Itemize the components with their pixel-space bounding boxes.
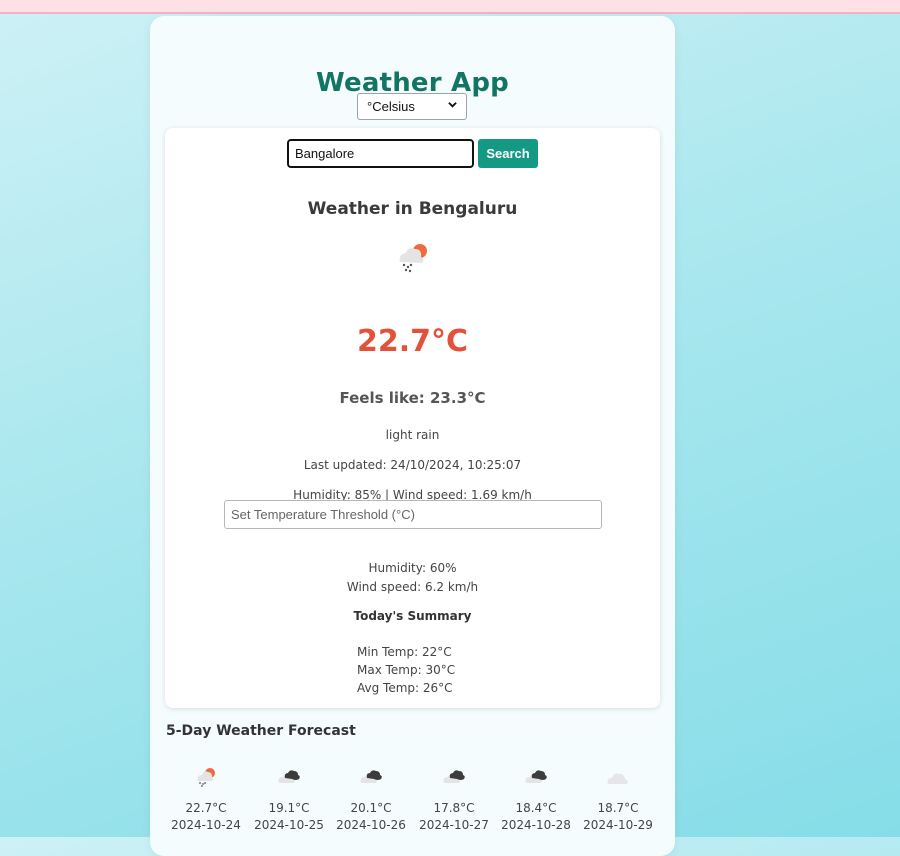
unit-select-value: °Celsius (367, 99, 415, 114)
forecast-temp: 19.1°C (268, 801, 310, 815)
forecast-temp: 22.7°C (185, 801, 227, 815)
wind-extra: Wind speed: 6.2 km/h (346, 580, 479, 594)
forecast-temp: 18.7°C (597, 801, 639, 815)
weather-card: Weather App °Celsius Bangalore Search We… (150, 16, 675, 856)
summary-min: Min Temp: 22°C (357, 645, 452, 659)
light-rain-icon (165, 766, 247, 788)
city-search-input[interactable]: Bangalore (287, 139, 474, 168)
forecast-date: 2024-10-24 (171, 818, 241, 832)
last-updated: Last updated: 24/10/2024, 10:25:07 (303, 458, 522, 472)
broken-clouds-icon (330, 766, 412, 788)
light-rain-icon (399, 244, 427, 273)
broken-clouds-icon (413, 766, 495, 788)
current-weather-panel: Bangalore Search Weather in Bengaluru 22… (165, 128, 660, 708)
broken-clouds-icon (248, 766, 330, 788)
forecast-day: 22.7°C 2024-10-24 (165, 766, 247, 834)
forecast-date: 2024-10-27 (419, 818, 489, 832)
forecast-title: 5-Day Weather Forecast (166, 723, 356, 739)
forecast-date: 2024-10-25 (254, 818, 324, 832)
forecast-temp: 17.8°C (433, 801, 475, 815)
forecast-day: 18.7°C 2024-10-29 (577, 766, 659, 834)
forecast-day: 20.1°C 2024-10-26 (330, 766, 412, 834)
forecast-date: 2024-10-28 (501, 818, 571, 832)
temperature-threshold-input[interactable]: Set Temperature Threshold (°C) (224, 500, 602, 529)
weather-heading: Weather in Bengaluru (307, 199, 518, 219)
forecast-day: 19.1°C 2024-10-25 (248, 766, 330, 834)
feels-like: Feels like: 23.3°C (339, 389, 486, 407)
forecast-date: 2024-10-29 (583, 818, 653, 832)
search-button[interactable]: Search (478, 139, 538, 168)
top-bar (0, 0, 900, 14)
unit-select[interactable]: °Celsius (357, 93, 467, 120)
humidity-extra: Humidity: 60% (368, 561, 457, 575)
forecast-temp: 20.1°C (350, 801, 392, 815)
forecast-day: 17.8°C 2024-10-27 (413, 766, 495, 834)
today-summary: Min Temp: 22°C Max Temp: 30°C Avg Temp: … (357, 643, 455, 697)
weather-description: light rain (385, 428, 440, 442)
cloud-icon (577, 766, 659, 788)
forecast-date: 2024-10-26 (336, 818, 406, 832)
summary-max: Max Temp: 30°C (357, 663, 456, 677)
summary-title: Today's Summary (353, 609, 472, 623)
current-temperature: 22.7°C (356, 324, 469, 359)
broken-clouds-icon (495, 766, 577, 788)
forecast-day: 18.4°C 2024-10-28 (495, 766, 577, 834)
summary-avg: Avg Temp: 26°C (357, 681, 453, 695)
chevron-down-icon (448, 102, 457, 108)
forecast-temp: 18.4°C (515, 801, 557, 815)
